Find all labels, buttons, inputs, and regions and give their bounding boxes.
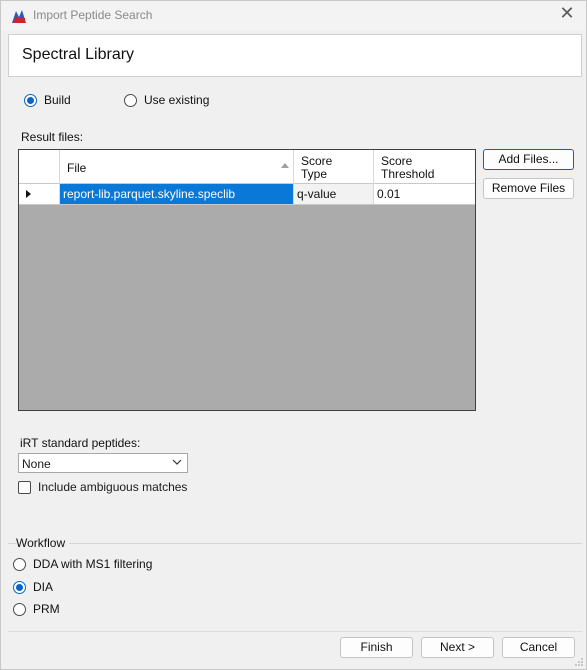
workflow-group-label: Workflow xyxy=(16,536,70,550)
radio-checked-icon[interactable] xyxy=(13,580,26,594)
irt-standard-dropdown[interactable]: None xyxy=(18,453,188,473)
include-ambiguous-checkbox[interactable]: Include ambiguous matches xyxy=(18,480,187,494)
resize-grip-icon[interactable] xyxy=(574,657,584,667)
close-icon[interactable]: ✕ xyxy=(554,3,580,27)
workflow-group-divider xyxy=(8,543,582,544)
current-row-arrow-icon xyxy=(26,190,31,198)
finish-button[interactable]: Finish xyxy=(340,637,413,658)
next-button[interactable]: Next > xyxy=(421,637,494,658)
use-existing-radio[interactable]: Use existing xyxy=(124,93,209,107)
irt-standard-label: iRT standard peptides: xyxy=(20,436,141,450)
score-type-cell[interactable]: q-value xyxy=(294,184,374,204)
column-header-file[interactable]: File xyxy=(60,150,294,184)
radio-checked-icon[interactable] xyxy=(24,93,37,107)
dda-ms1-radio-label: DDA with MS1 filtering xyxy=(33,557,153,571)
row-header-cell[interactable] xyxy=(19,184,60,204)
radio-unchecked-icon[interactable] xyxy=(124,93,137,107)
title-bar[interactable]: Import Peptide Search ✕ xyxy=(1,1,586,31)
checkbox-unchecked-icon[interactable] xyxy=(18,480,31,494)
threshold-header-line2: Threshold xyxy=(381,167,435,181)
include-ambiguous-label: Include ambiguous matches xyxy=(38,480,188,494)
column-header-score-type[interactable]: Score Type xyxy=(294,150,374,184)
build-radio-label: Build xyxy=(44,93,71,107)
threshold-header-line1: Score xyxy=(381,154,413,168)
row-header-corner xyxy=(19,150,60,184)
cancel-button[interactable]: Cancel xyxy=(502,637,575,658)
skyline-app-icon xyxy=(10,7,28,25)
file-cell[interactable]: report-lib.parquet.skyline.speclib xyxy=(60,184,294,204)
add-files-button[interactable]: Add Files... xyxy=(483,149,574,170)
import-peptide-search-dialog: Import Peptide Search ✕ Spectral Library… xyxy=(0,0,587,670)
sort-ascending-icon xyxy=(281,163,289,168)
use-existing-radio-label: Use existing xyxy=(144,93,210,107)
build-radio[interactable]: Build xyxy=(24,93,71,107)
column-header-score-threshold[interactable]: Score Threshold xyxy=(374,150,475,184)
grid-header: File Score Type Score Threshold xyxy=(19,150,475,184)
score-type-header-line2: Type xyxy=(301,167,328,181)
table-row[interactable]: report-lib.parquet.skyline.speclib q-val… xyxy=(19,184,475,205)
remove-files-button[interactable]: Remove Files xyxy=(483,178,574,199)
dda-ms1-radio[interactable]: DDA with MS1 filtering xyxy=(13,557,152,571)
result-files-label: Result files: xyxy=(21,130,84,144)
window-title: Import Peptide Search xyxy=(33,8,153,22)
footer-divider xyxy=(8,631,582,632)
page-title: Spectral Library xyxy=(22,46,135,63)
dia-radio-label: DIA xyxy=(33,580,54,594)
dia-radio[interactable]: DIA xyxy=(13,580,53,594)
prm-radio[interactable]: PRM xyxy=(13,602,60,616)
result-files-grid[interactable]: File Score Type Score Threshold report-l… xyxy=(18,149,476,411)
column-header-file-label: File xyxy=(67,161,87,175)
irt-standard-value: None xyxy=(22,457,51,471)
radio-unchecked-icon[interactable] xyxy=(13,602,26,616)
prm-radio-label: PRM xyxy=(33,602,60,616)
chevron-down-icon xyxy=(172,459,182,465)
score-threshold-cell[interactable]: 0.01 xyxy=(374,184,475,204)
score-type-header-line1: Score xyxy=(301,154,333,168)
page-header: Spectral Library xyxy=(8,34,582,77)
radio-unchecked-icon[interactable] xyxy=(13,557,26,571)
